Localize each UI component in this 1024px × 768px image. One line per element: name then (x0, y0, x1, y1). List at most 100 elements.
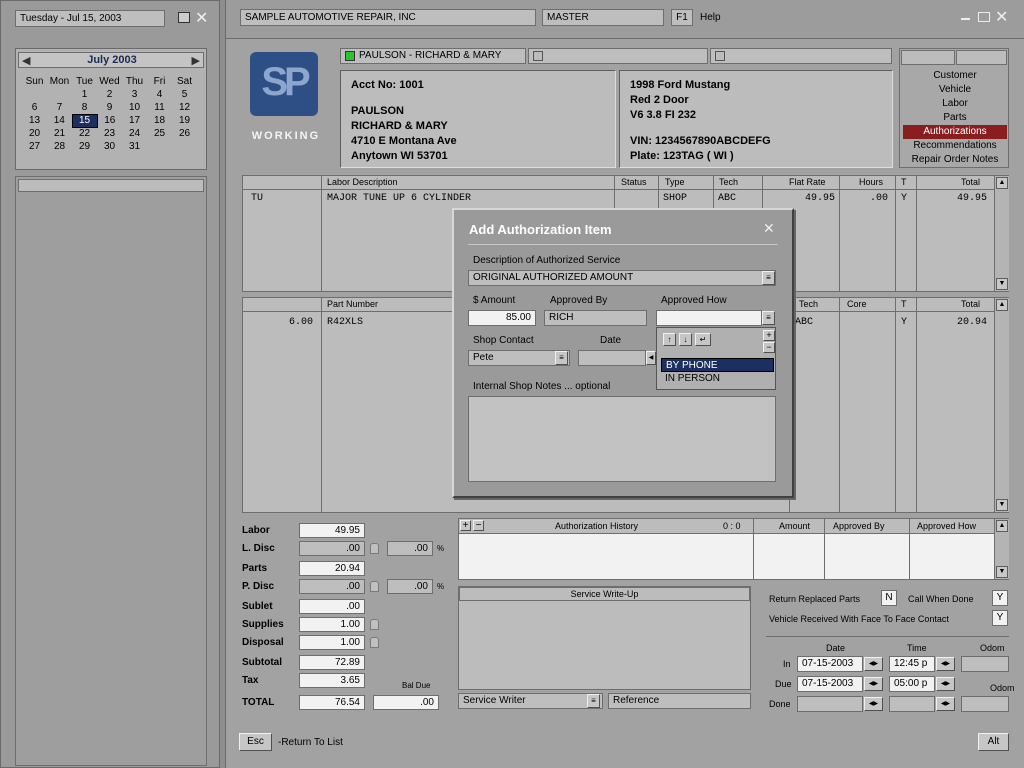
scroll-up-icon[interactable]: ▲ (996, 299, 1008, 311)
lock-icon[interactable] (370, 543, 379, 554)
nav-item-parts[interactable]: Parts (903, 111, 1007, 125)
call-done-field[interactable]: Y (992, 590, 1008, 606)
scroll-down-icon[interactable]: ▼ (996, 566, 1008, 578)
done-odom-field[interactable] (961, 696, 1009, 712)
calendar-day[interactable]: 11 (147, 101, 172, 114)
calendar-day[interactable]: 4 (147, 88, 172, 101)
calendar-day[interactable]: 2 (97, 88, 122, 101)
nav-tab-a[interactable] (901, 50, 955, 65)
calendar-day[interactable]: 24 (122, 127, 147, 140)
stepper-icon[interactable]: ◀▶ (936, 657, 955, 671)
calendar-day[interactable]: 30 (97, 140, 122, 153)
stepper-icon[interactable]: ◀▶ (936, 677, 955, 691)
calendar-day[interactable]: 17 (122, 114, 147, 127)
calendar-day[interactable]: 31 (122, 140, 147, 153)
nav-item-customer[interactable]: Customer (903, 69, 1007, 83)
stepper-icon[interactable]: ◀▶ (936, 697, 955, 711)
esc-button[interactable]: Esc (239, 733, 272, 751)
calendar-day[interactable]: 28 (47, 140, 72, 153)
done-date-field[interactable] (797, 696, 863, 712)
close-icon[interactable]: ✕ (763, 220, 775, 237)
customer-tab[interactable]: PAULSON - RICHARD & MARY (340, 48, 526, 64)
enter-icon[interactable]: ↵ (695, 333, 711, 346)
calendar-day[interactable]: 29 (72, 140, 97, 153)
lock-icon[interactable] (370, 619, 379, 630)
calendar-day[interactable]: 12 (172, 101, 197, 114)
calendar-day[interactable]: 6 (22, 101, 47, 114)
scroll-up-icon[interactable]: ▲ (996, 177, 1008, 189)
calendar-day[interactable]: 13 (22, 114, 47, 127)
approved-how-field[interactable] (656, 310, 762, 326)
calendar-day[interactable]: 14 (47, 114, 72, 127)
description-field[interactable]: ORIGINAL AUTHORIZED AMOUNT (468, 270, 776, 286)
lock-icon[interactable] (370, 637, 379, 648)
due-date-field[interactable]: 07-15-2003 (797, 676, 863, 692)
list-icon[interactable]: ≡ (762, 311, 775, 325)
minimize-icon[interactable] (961, 18, 970, 20)
nav-tab-b[interactable] (956, 50, 1007, 65)
calendar-day[interactable]: 18 (147, 114, 172, 127)
service-writer-field[interactable]: Service Writer (458, 693, 603, 709)
maximize-icon[interactable] (978, 12, 990, 22)
disposal-field[interactable]: 1.00 (299, 635, 365, 650)
remove-option-icon[interactable]: − (763, 342, 775, 353)
list-icon[interactable]: ≡ (762, 271, 775, 285)
add-option-icon[interactable]: + (763, 330, 775, 341)
auth-scrollbar[interactable]: ▲ ▼ (994, 519, 1009, 579)
move-up-icon[interactable]: ↑ (663, 333, 676, 346)
tab-3[interactable] (710, 48, 892, 64)
calendar-day[interactable]: 23 (97, 127, 122, 140)
list-icon[interactable]: ≡ (587, 694, 600, 708)
calendar-day[interactable]: 19 (172, 114, 197, 127)
parts-disc-field[interactable]: .00 (299, 579, 365, 594)
reference-field[interactable]: Reference (608, 693, 751, 709)
calendar-day[interactable]: 10 (122, 101, 147, 114)
alt-button[interactable]: Alt (978, 733, 1009, 751)
tab-2[interactable] (528, 48, 708, 64)
parts-disc-pct[interactable]: .00 (387, 579, 433, 594)
nav-item-vehicle[interactable]: Vehicle (903, 83, 1007, 97)
nav-item-authorizations[interactable]: Authorizations (903, 125, 1007, 139)
calendar-day[interactable]: 21 (47, 127, 72, 140)
stepper-icon[interactable]: ◀▶ (864, 657, 883, 671)
done-time-field[interactable] (889, 696, 935, 712)
contact-date-field[interactable] (578, 350, 646, 366)
approved-by-field[interactable]: RICH (544, 310, 647, 326)
calendar-day[interactable]: 1 (72, 88, 97, 101)
calendar-day[interactable]: 9 (97, 101, 122, 114)
approved-how-option[interactable]: IN PERSON (661, 372, 774, 386)
parts-scrollbar[interactable]: ▲ ▼ (994, 298, 1009, 512)
calendar-day[interactable]: 8 (72, 101, 97, 114)
lock-icon[interactable] (370, 581, 379, 592)
scroll-down-icon[interactable]: ▼ (996, 499, 1008, 511)
calendar-day[interactable]: 15 (71, 113, 98, 128)
stepper-icon[interactable]: ◀▶ (864, 677, 883, 691)
calendar-day[interactable]: 16 (97, 114, 122, 127)
table-row[interactable]: TU MAJOR TUNE UP 6 CYLINDER SHOP ABC 49.… (243, 193, 994, 207)
nav-item-repair-order-notes[interactable]: Repair Order Notes (903, 153, 1007, 167)
restore-icon[interactable] (178, 12, 190, 23)
calendar-day[interactable]: 7 (47, 101, 72, 114)
service-writeup[interactable]: Service Write-Up (458, 586, 751, 690)
calendar-day[interactable]: 26 (172, 127, 197, 140)
date-stepper-icon[interactable]: ◀ (646, 351, 656, 365)
nav-item-labor[interactable]: Labor (903, 97, 1007, 111)
return-parts-field[interactable]: N (881, 590, 897, 606)
in-odom-field[interactable] (961, 656, 1009, 672)
calendar-day[interactable]: 25 (147, 127, 172, 140)
f1-key[interactable]: F1 (671, 9, 693, 26)
face-contact-field[interactable]: Y (992, 610, 1008, 626)
in-date-field[interactable]: 07-15-2003 (797, 656, 863, 672)
labor-disc-pct[interactable]: .00 (387, 541, 433, 556)
scroll-up-icon[interactable]: ▲ (996, 520, 1008, 532)
notes-field[interactable] (468, 396, 776, 482)
move-down-icon[interactable]: ↓ (679, 333, 692, 346)
stepper-icon[interactable]: ◀▶ (864, 697, 883, 711)
remove-icon[interactable]: − (473, 520, 484, 531)
help-label[interactable]: Help (700, 12, 721, 23)
close-icon[interactable]: ✕ (995, 7, 1008, 27)
calendar-day[interactable]: 27 (22, 140, 47, 153)
calendar-day[interactable]: 3 (122, 88, 147, 101)
approved-how-option[interactable]: BY PHONE (661, 358, 774, 372)
list-icon[interactable]: ≡ (555, 351, 568, 365)
